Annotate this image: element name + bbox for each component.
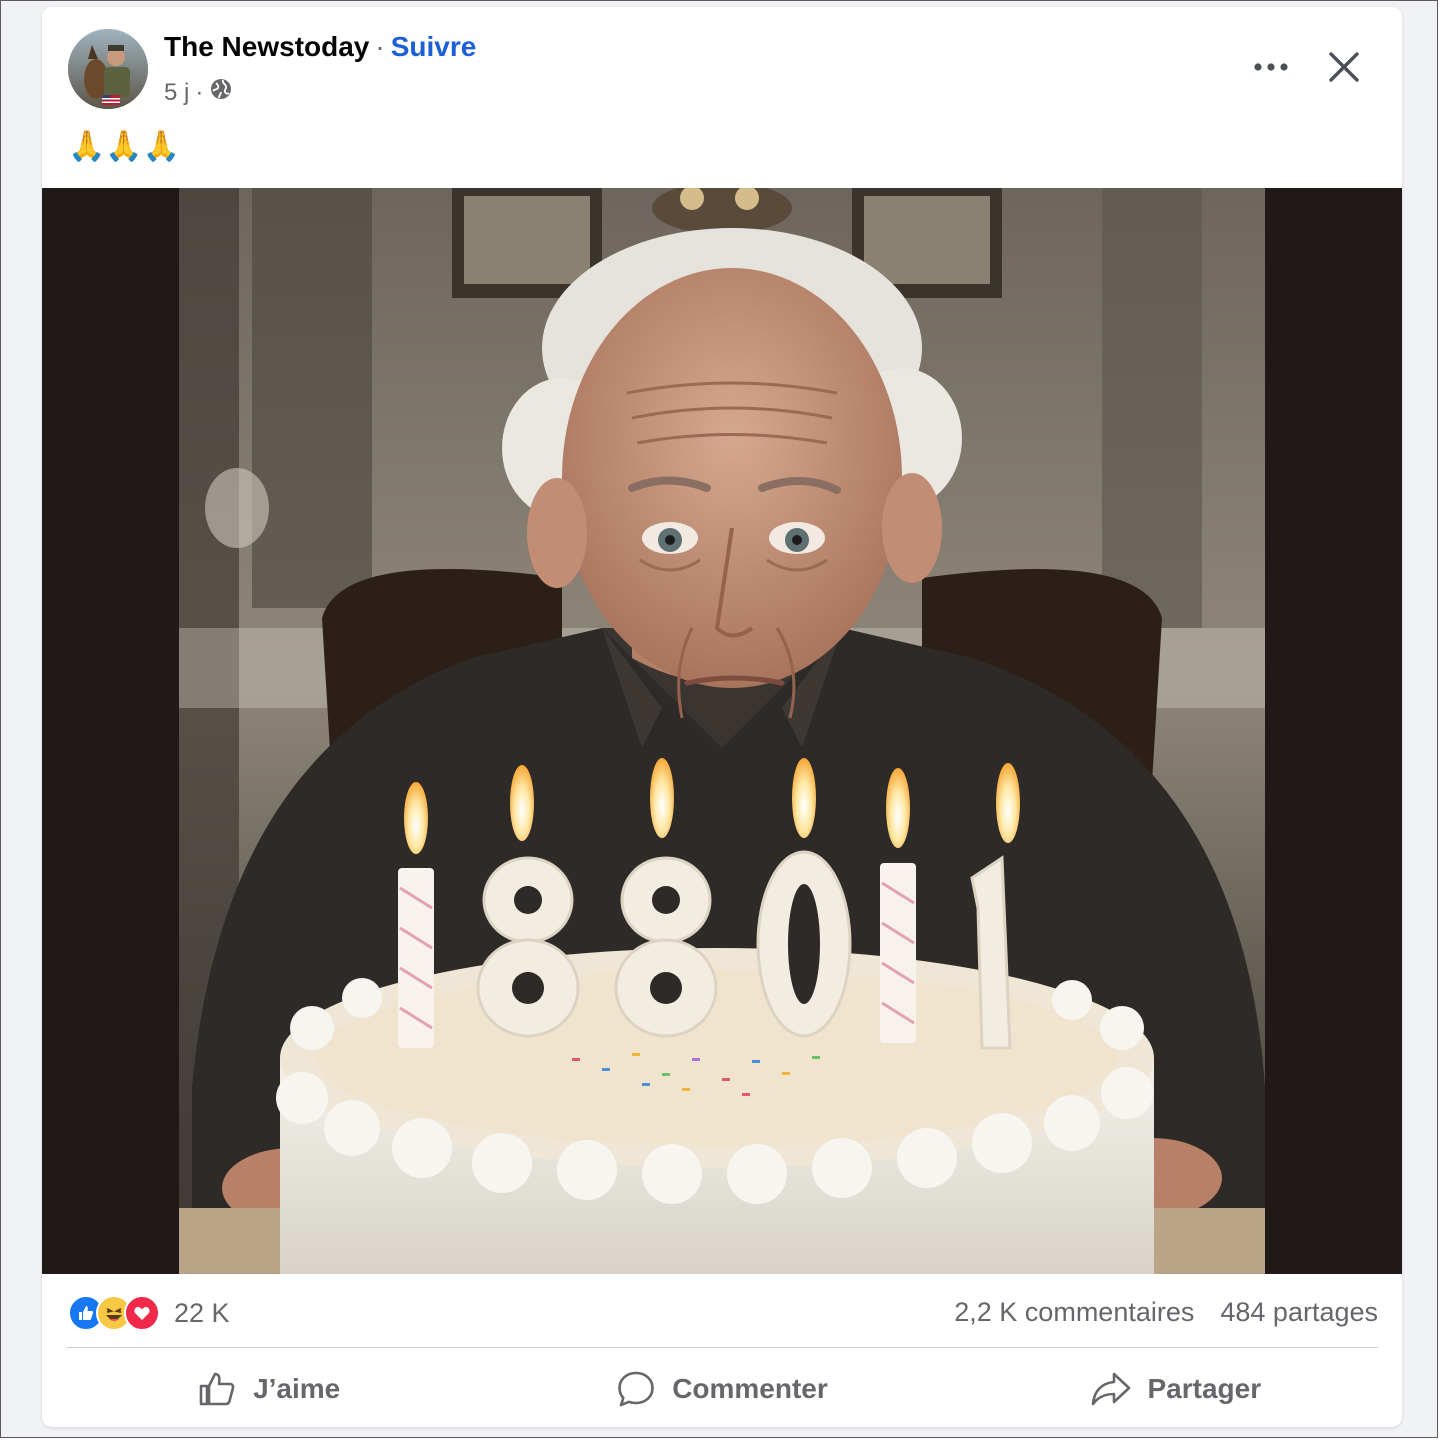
reaction-summary[interactable]: 22 K: [68, 1295, 230, 1331]
share-arrow-icon: [1091, 1372, 1130, 1406]
window-frame: The Newstoday · Suivre 5 j · 🙏🙏🙏 22 K 2,…: [0, 0, 1438, 1438]
thumbs-up-icon: [199, 1372, 235, 1406]
post-image[interactable]: [42, 188, 1402, 1274]
post-meta: 5 j ·: [164, 77, 233, 108]
comments-count[interactable]: 2,2 K commentaires: [954, 1297, 1194, 1328]
comment-bubble-icon: [618, 1371, 654, 1407]
avatar[interactable]: [68, 29, 148, 109]
post-stats: 2,2 K commentaires 484 partages: [954, 1297, 1378, 1328]
reaction-count[interactable]: 22 K: [174, 1298, 230, 1329]
author-name[interactable]: The Newstoday: [164, 31, 369, 62]
post-card: The Newstoday · Suivre 5 j · 🙏🙏🙏 22 K 2,…: [42, 7, 1402, 1427]
divider: [66, 1347, 1378, 1348]
meta-separator: ·: [195, 78, 204, 106]
like-button[interactable]: J’aime: [42, 1359, 495, 1419]
post-header-title: The Newstoday · Suivre: [164, 31, 476, 63]
close-icon: [1329, 52, 1359, 82]
post-actions: J’aime Commenter Partager: [42, 1359, 1402, 1419]
share-label: Partager: [1147, 1373, 1262, 1404]
post-time[interactable]: 5 j: [164, 79, 189, 107]
more-options-button[interactable]: [1246, 47, 1296, 87]
close-button[interactable]: [1320, 43, 1368, 91]
love-reaction-icon: [124, 1295, 160, 1331]
like-label: J’aime: [253, 1373, 341, 1404]
shares-count[interactable]: 484 partages: [1220, 1297, 1378, 1328]
comment-label: Commenter: [672, 1373, 828, 1404]
follow-button[interactable]: Suivre: [391, 31, 477, 62]
share-button[interactable]: Partager: [949, 1359, 1402, 1419]
comment-button[interactable]: Commenter: [495, 1359, 948, 1419]
birthday-photo: [42, 188, 1402, 1274]
more-dots-icon: [1254, 63, 1288, 71]
avatar-soldier-image: [68, 29, 148, 109]
separator-dot: ·: [375, 31, 385, 62]
post-caption: 🙏🙏🙏: [68, 130, 181, 163]
globe-icon: [209, 77, 233, 108]
